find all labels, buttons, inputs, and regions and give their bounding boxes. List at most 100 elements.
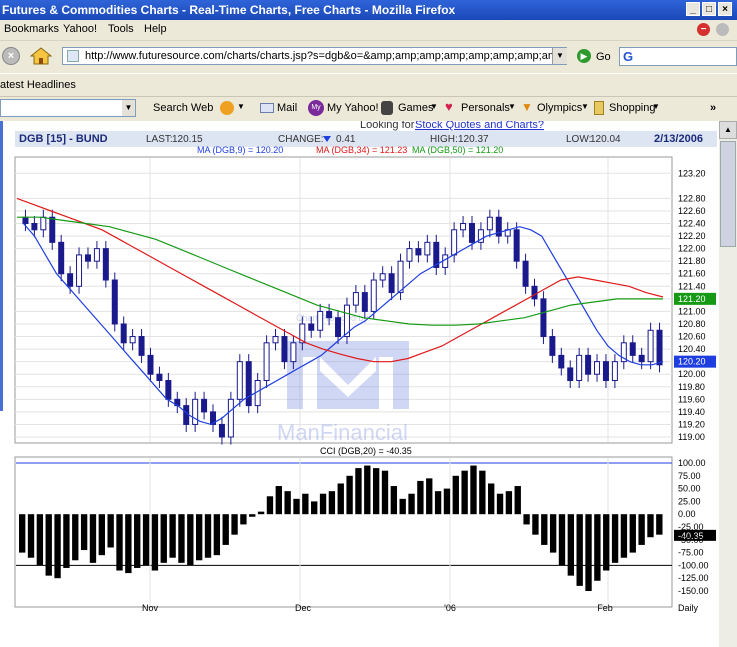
cci-bar: [266, 496, 274, 515]
stock-quotes-prefix: Looking for: [360, 121, 415, 131]
cci-bar: [558, 514, 566, 566]
cci-bar: [364, 465, 371, 515]
home-icon[interactable]: [29, 46, 53, 66]
stop-icon[interactable]: ×: [2, 47, 20, 65]
window-title-bar: Futures & Commodities Charts - Real-Time…: [0, 0, 737, 20]
cci-bar: [496, 493, 504, 515]
cci-bar: [45, 514, 52, 576]
olympics-button[interactable]: Olympics: [537, 102, 582, 114]
highlighter-dropdown-icon[interactable]: ▼: [237, 102, 245, 111]
cci-bar: [195, 514, 203, 561]
shopping-button[interactable]: Shopping: [609, 102, 656, 114]
price-tick-label: 119.20: [678, 419, 705, 429]
vertical-scrollbar[interactable]: ▲: [719, 121, 737, 647]
cci-tick-label: -50.00: [678, 535, 704, 545]
menu-tools[interactable]: Tools: [108, 23, 134, 35]
cci-bar: [125, 514, 132, 574]
personals-button[interactable]: Personals: [461, 102, 510, 114]
price-candle: [638, 354, 645, 363]
scroll-up-button[interactable]: ▲: [719, 121, 737, 139]
price-candle: [558, 354, 565, 369]
gear-icon[interactable]: [716, 23, 729, 36]
price-candle: [531, 285, 538, 300]
price-candle: [379, 273, 386, 281]
menu-help[interactable]: Help: [144, 23, 167, 35]
address-bar[interactable]: http://www.futuresource.com/charts/chart…: [62, 47, 567, 65]
price-candle: [513, 229, 520, 262]
scroll-thumb[interactable]: [720, 141, 736, 247]
cci-tick-label: 75.00: [678, 471, 701, 481]
price-candle: [58, 241, 65, 275]
close-window-button[interactable]: ×: [718, 2, 732, 16]
latest-headlines-link[interactable]: atest Headlines: [0, 79, 76, 91]
price-candle: [165, 379, 172, 400]
url-dropdown-button[interactable]: ▼: [552, 48, 567, 64]
cci-bar: [311, 501, 318, 515]
cci-bar: [63, 514, 70, 568]
chart-date: 2/13/2006: [654, 133, 703, 145]
yahoo-search-input[interactable]: [0, 99, 136, 117]
price-candle: [183, 405, 190, 425]
personals-dropdown-icon[interactable]: ▼: [508, 102, 516, 111]
heart-icon: ♥: [445, 99, 453, 114]
cci-bar: [178, 514, 185, 563]
games-icon: [381, 101, 393, 115]
price-candle: [388, 273, 395, 294]
cci-bar: [36, 514, 44, 566]
high-value: 120.37: [458, 134, 489, 145]
price-tick-label: 121.80: [678, 256, 706, 266]
search-box[interactable]: G: [619, 47, 737, 66]
go-button[interactable]: Go: [596, 51, 611, 63]
watermark-brand: ManFinancial: [277, 420, 408, 445]
price-candle: [406, 248, 413, 262]
menu-bookmarks[interactable]: Bookmarks: [4, 23, 59, 35]
bookmarks-toolbar: atest Headlines: [0, 74, 737, 97]
price-tick-label: 123.20: [678, 168, 706, 178]
price-tick-label: 121.00: [678, 306, 706, 316]
price-candle: [567, 367, 574, 381]
toolbar-overflow-chevron-icon[interactable]: »: [710, 102, 716, 114]
yahoo-search-dropdown[interactable]: ▼: [122, 100, 135, 116]
olympics-dropdown-icon[interactable]: ▼: [581, 102, 589, 111]
price-candle: [93, 248, 100, 262]
stop-throbber-icon[interactable]: −: [697, 23, 710, 36]
mail-button[interactable]: Mail: [277, 102, 297, 114]
price-candle: [138, 336, 145, 356]
last-label: LAST:: [146, 134, 173, 145]
minimize-button[interactable]: _: [686, 2, 700, 16]
cci-bar: [169, 514, 176, 558]
my-yahoo-button[interactable]: My Yahoo!: [327, 102, 379, 114]
cci-bar: [302, 493, 309, 515]
high-label: HIGH:: [430, 134, 458, 145]
go-arrow-icon[interactable]: ▶: [577, 49, 591, 63]
shopping-bag-icon: [594, 101, 604, 115]
price-candle: [111, 279, 118, 325]
price-candle: [218, 423, 225, 438]
cci-bar: [603, 514, 610, 571]
cci-bar: [620, 514, 628, 558]
change-value: 0.41: [336, 134, 356, 145]
price-tick-label: 120.80: [678, 319, 706, 329]
window-title: Futures & Commodities Charts - Real-Time…: [2, 3, 456, 17]
cci-bar: [470, 465, 477, 515]
cci-bar: [319, 493, 327, 515]
cci-bar: [381, 470, 389, 515]
games-button[interactable]: Games: [398, 102, 433, 114]
cci-bar: [372, 468, 380, 515]
x-tick-label: Nov: [142, 603, 159, 613]
search-web-button[interactable]: Search Web: [153, 102, 213, 114]
price-candle: [317, 310, 324, 331]
menu-yahoo[interactable]: Yahoo!: [63, 23, 97, 35]
price-candle: [22, 216, 29, 225]
maximize-button[interactable]: □: [702, 2, 716, 16]
cci-label: CCI (DGB,20) = -40.35: [320, 446, 412, 456]
highlighter-icon[interactable]: [220, 101, 234, 115]
shopping-dropdown-icon[interactable]: ▼: [652, 102, 660, 111]
games-dropdown-icon[interactable]: ▼: [430, 102, 438, 111]
stock-quotes-link[interactable]: Stock Quotes and Charts?: [415, 121, 544, 131]
price-tick-label: 121.40: [678, 281, 706, 291]
cci-bar: [434, 491, 442, 515]
price-candle: [540, 298, 547, 338]
price-candle: [40, 216, 47, 231]
price-tick-label: 119.60: [678, 394, 705, 404]
